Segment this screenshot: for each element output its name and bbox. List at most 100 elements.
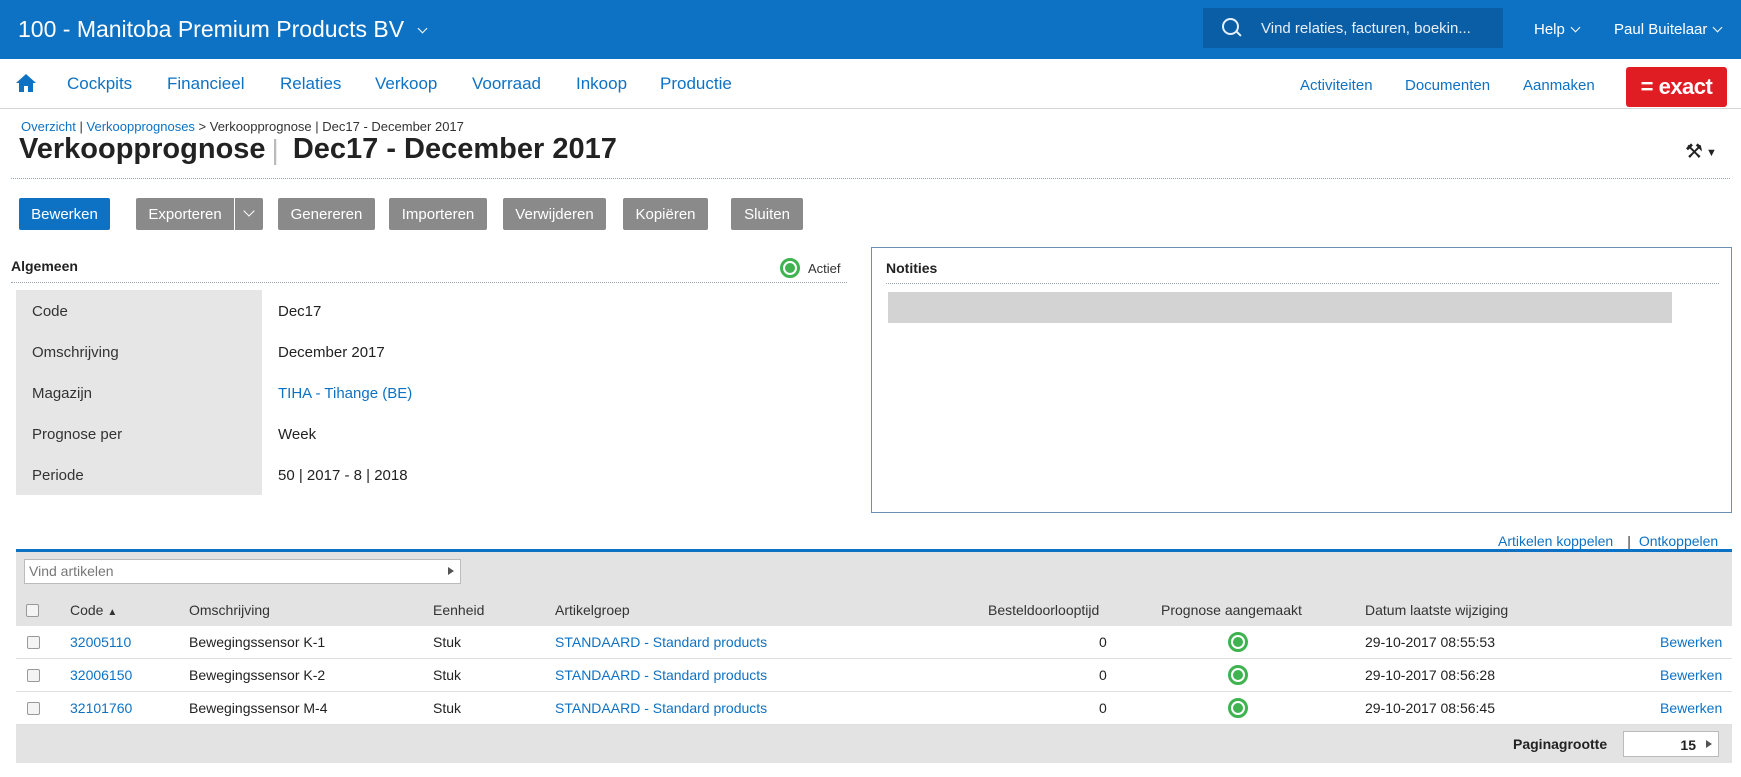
algemeen-title: Algemeen: [11, 258, 78, 274]
row-code-link[interactable]: 32005110: [70, 634, 131, 650]
field-label-prognose-per: Prognose per: [32, 426, 123, 443]
row-checkbox[interactable]: [27, 636, 40, 649]
search-icon: [1221, 17, 1243, 39]
verwijderen-button[interactable]: Verwijderen: [503, 198, 606, 230]
header-divider: [11, 178, 1730, 179]
row-datum: 29-10-2017 08:56:28: [1365, 667, 1495, 683]
nav-relaties[interactable]: Relaties: [280, 74, 341, 94]
column-header-eenheid[interactable]: Eenheid: [433, 602, 484, 618]
row-checkbox[interactable]: [27, 669, 40, 682]
grid-footer: Paginagrootte 15: [16, 725, 1732, 763]
row-besteldoorlooptijd: 0: [1099, 634, 1107, 650]
nav-inkoop[interactable]: Inkoop: [576, 74, 627, 94]
row-omschrijving: Bewegingssensor K-2: [189, 667, 326, 683]
grid-links: Artikelen koppelen | Ontkoppelen: [1498, 533, 1718, 549]
title-separator: |: [271, 133, 279, 165]
nav-aanmaken[interactable]: Aanmaken: [1523, 77, 1595, 94]
bewerken-button[interactable]: Bewerken: [19, 198, 110, 230]
link-separator: |: [1627, 533, 1631, 549]
artikelen-koppelen-link[interactable]: Artikelen koppelen: [1498, 533, 1613, 549]
find-articles-box[interactable]: [24, 559, 461, 584]
field-value-prognose-per: Week: [278, 426, 317, 443]
find-articles-input[interactable]: [29, 563, 429, 579]
play-arrow-icon[interactable]: [1706, 740, 1712, 748]
page-title-sub: Dec17 - December 2017: [292, 133, 617, 165]
nav-productie[interactable]: Productie: [660, 74, 732, 94]
pagesize-value: 15: [1680, 737, 1696, 753]
row-code-link[interactable]: 32006150: [70, 667, 132, 683]
row-bewerken-link[interactable]: Bewerken: [1660, 667, 1722, 683]
field-label-periode: Periode: [32, 467, 84, 484]
user-name: Paul Buitelaar: [1614, 21, 1708, 38]
column-header-datum[interactable]: Datum laatste wijziging: [1365, 602, 1508, 618]
field-value-magazijn-link[interactable]: TIHA - Tihange (BE): [278, 385, 412, 402]
row-artikelgroep-link[interactable]: STANDAARD - Standard products: [555, 634, 767, 650]
pagesize-label: Paginagrootte: [1513, 736, 1608, 752]
notities-field[interactable]: [888, 292, 1672, 323]
play-arrow-icon[interactable]: [448, 567, 454, 575]
notities-panel: Notities: [871, 247, 1732, 513]
notities-title: Notities: [886, 260, 938, 276]
prognose-created-icon: [1228, 698, 1248, 718]
row-code-link[interactable]: 32101760: [70, 700, 132, 716]
chevron-down-icon: [1570, 22, 1581, 33]
caret-down-icon: ▼: [1705, 146, 1717, 159]
row-artikelgroep-link[interactable]: STANDAARD - Standard products: [555, 700, 767, 716]
table-row: 32101760 Bewegingssensor M-4 Stuk STANDA…: [16, 692, 1732, 725]
global-search[interactable]: [1203, 8, 1503, 48]
row-datum: 29-10-2017 08:55:53: [1365, 634, 1495, 650]
help-menu[interactable]: Help: [1534, 21, 1581, 38]
algemeen-divider: [11, 282, 847, 283]
breadcrumb-verkoopprognoses[interactable]: Verkoopprognoses: [87, 119, 195, 134]
status-active-icon: [780, 258, 800, 278]
row-bewerken-link[interactable]: Bewerken: [1660, 634, 1722, 650]
kopieren-button[interactable]: Kopiëren: [623, 198, 708, 230]
column-header-artikelgroep[interactable]: Artikelgroep: [555, 602, 630, 618]
column-header-besteldoorlooptijd[interactable]: Besteldoorlooptijd: [988, 602, 1099, 618]
nav-activiteiten[interactable]: Activiteiten: [1300, 77, 1373, 94]
grid-toolbar: [16, 552, 1732, 596]
nav-verkoop[interactable]: Verkoop: [375, 74, 437, 94]
exporteren-dropdown-button[interactable]: [234, 198, 263, 230]
prognose-created-icon: [1228, 632, 1248, 652]
row-artikelgroep-link[interactable]: STANDAARD - Standard products: [555, 667, 767, 683]
page-title-main: Verkoopprognose: [19, 133, 266, 165]
tools-menu[interactable]: ⚒ ▼: [1685, 139, 1717, 164]
nav-financieel[interactable]: Financieel: [167, 74, 245, 94]
top-bar: 100 - Manitoba Premium Products BV Help …: [0, 0, 1741, 59]
field-value-periode: 50 | 2017 - 8 | 2018: [278, 467, 408, 484]
table-row: 32005110 Bewegingssensor K-1 Stuk STANDA…: [16, 626, 1732, 659]
exact-logo[interactable]: = exact: [1626, 67, 1727, 107]
field-label-code: Code: [32, 303, 68, 320]
row-bewerken-link[interactable]: Bewerken: [1660, 700, 1722, 716]
company-name: 100 - Manitoba Premium Products BV: [18, 16, 405, 42]
global-search-input[interactable]: [1261, 19, 1481, 37]
column-header-code[interactable]: Code ▲: [70, 602, 117, 618]
genereren-button[interactable]: Genereren: [278, 198, 375, 230]
breadcrumb-overzicht[interactable]: Overzicht: [21, 119, 76, 134]
select-all-checkbox[interactable]: [26, 604, 39, 617]
prognose-created-icon: [1228, 665, 1248, 685]
row-checkbox[interactable]: [27, 702, 40, 715]
nav-documenten[interactable]: Documenten: [1405, 77, 1490, 94]
home-icon[interactable]: [15, 73, 37, 93]
status-label: Actief: [808, 260, 841, 276]
pagesize-input[interactable]: 15: [1623, 731, 1719, 757]
column-header-omschrijving[interactable]: Omschrijving: [189, 602, 270, 618]
user-menu[interactable]: Paul Buitelaar: [1614, 21, 1723, 38]
nav-cockpits[interactable]: Cockpits: [67, 74, 132, 94]
field-value-omschrijving: December 2017: [278, 344, 385, 361]
column-header-prognose[interactable]: Prognose aangemaakt: [1161, 602, 1302, 618]
company-selector[interactable]: 100 - Manitoba Premium Products BV: [18, 16, 428, 43]
importeren-button[interactable]: Importeren: [389, 198, 487, 230]
sort-asc-icon: ▲: [107, 607, 118, 618]
field-value-code: Dec17: [278, 303, 322, 320]
exporteren-button[interactable]: Exporteren: [136, 198, 234, 230]
row-omschrijving: Bewegingssensor K-1: [189, 634, 326, 650]
breadcrumb-separator: |: [75, 119, 87, 134]
ontkoppelen-link[interactable]: Ontkoppelen: [1639, 533, 1718, 549]
main-nav: Cockpits Financieel Relaties Verkoop Voo…: [0, 59, 1741, 109]
breadcrumb: Overzicht | Verkoopprognoses > Verkooppr…: [21, 119, 464, 134]
sluiten-button[interactable]: Sluiten: [731, 198, 803, 230]
nav-voorraad[interactable]: Voorraad: [472, 74, 541, 94]
